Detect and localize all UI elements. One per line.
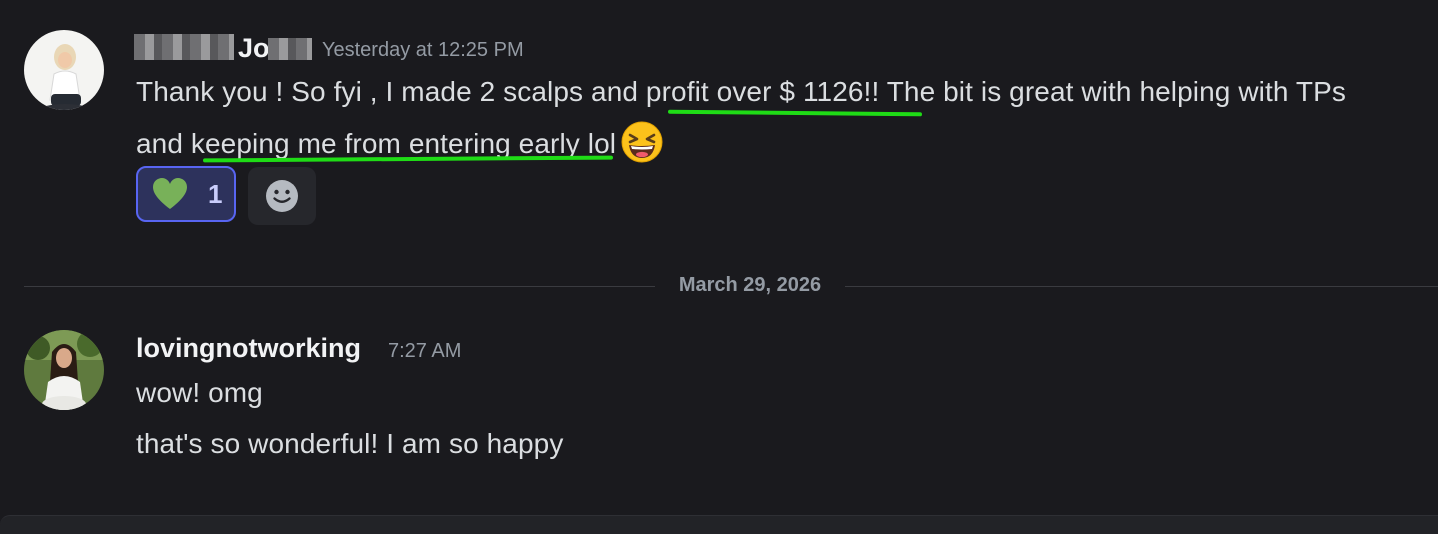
reaction-count: 1 (208, 178, 223, 209)
redacted-username (134, 34, 234, 60)
woman-avatar-icon (24, 330, 104, 410)
highlighted-text: keeping me from entering early (190, 128, 580, 159)
add-reaction-button[interactable] (248, 167, 316, 225)
green-heart-icon (153, 178, 187, 209)
message-line-1: Thank you ! So fyi , I made 2 scalps and… (136, 76, 1346, 108)
highlighted-text: profit over $ 1126!! (645, 76, 880, 107)
message-text: The bit is great with helping with TPs (879, 76, 1346, 107)
laughing-face-emoji (621, 121, 663, 163)
date-divider-label: March 29, 2026 (655, 274, 845, 297)
chat-window: Jo Yesterday at 12:25 PM Thank you ! So … (0, 0, 1438, 534)
message-line-2: that's so wonderful! I am so happy (136, 428, 564, 459)
annotation-underline (667, 109, 923, 117)
woman-avatar-icon (24, 30, 104, 110)
user-avatar[interactable] (24, 330, 104, 410)
message-timestamp[interactable]: 7:27 AM (388, 340, 461, 363)
message-text: Thank you ! So fyi , I made 2 scalps and (136, 76, 646, 107)
message-text: lol (579, 128, 617, 159)
message-timestamp[interactable]: Yesterday at 12:25 PM (322, 39, 524, 62)
message-line-1: wow! omg (136, 377, 263, 408)
username[interactable]: lovingnotworking (136, 333, 361, 364)
redacted-username-tail (268, 38, 312, 60)
message-composer[interactable] (0, 515, 1438, 534)
username[interactable]: Jo (238, 33, 270, 64)
user-avatar[interactable] (24, 30, 104, 110)
heart-reaction-button[interactable]: 1 (136, 166, 236, 222)
message-text: and (136, 128, 191, 159)
smiley-add-reaction-icon (266, 180, 298, 212)
